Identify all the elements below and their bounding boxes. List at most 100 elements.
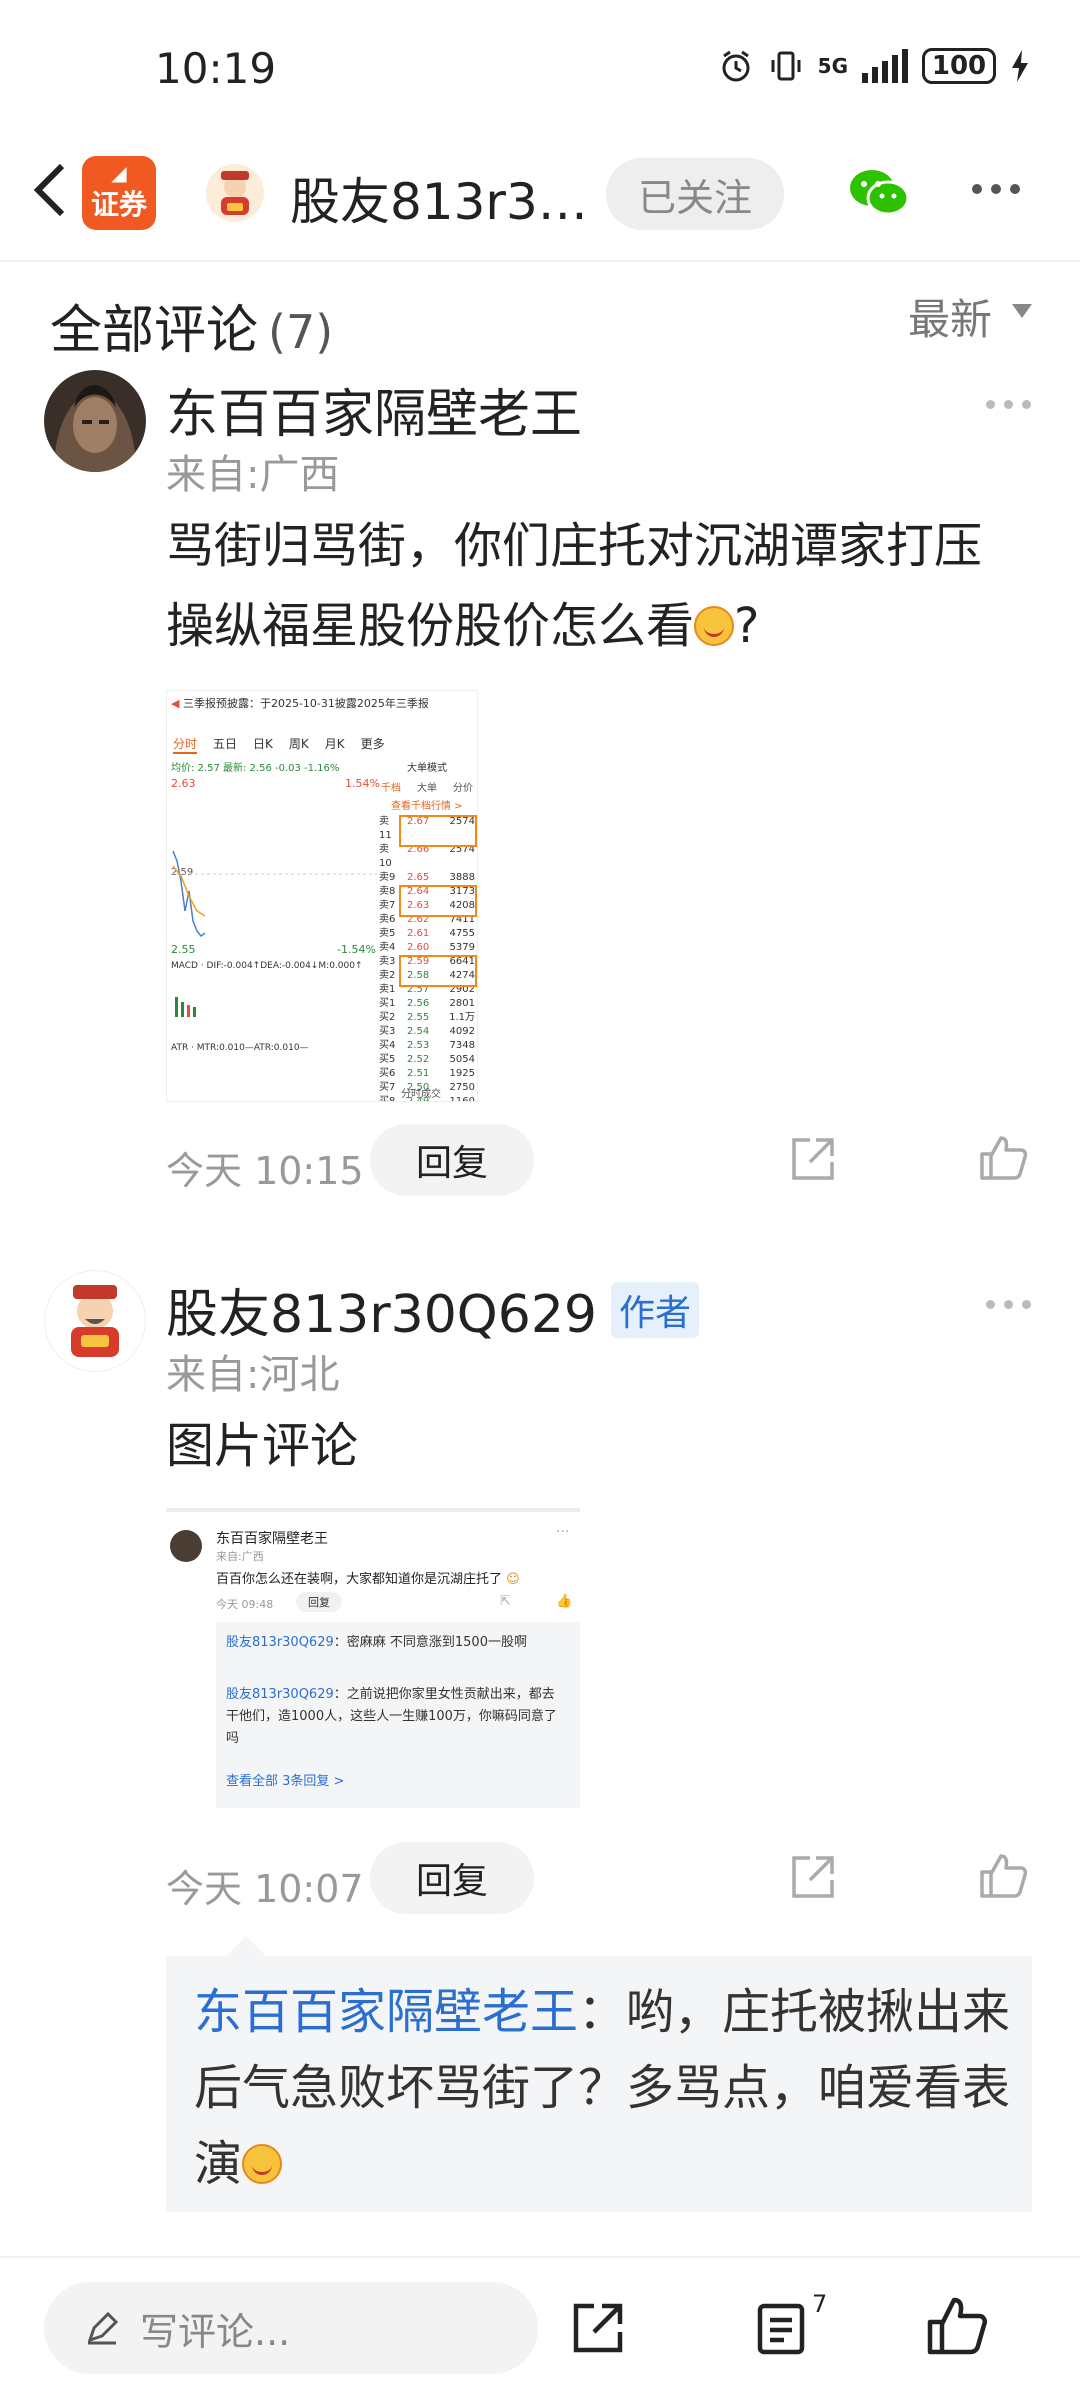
order-tab-dadan[interactable]: 大单	[417, 779, 437, 794]
header-divider	[0, 260, 1080, 262]
order-book-label: 卖7	[379, 900, 396, 911]
shot-share-icon: ⇱	[500, 1594, 511, 1609]
blush-emoji-icon	[242, 2144, 283, 2184]
back-icon[interactable]	[30, 160, 70, 220]
shot-reply-1: 股友813r30Q629：密麻麻 不同意涨到1500一股啊	[226, 1632, 566, 1654]
comment-input[interactable]: 写评论...	[44, 2282, 538, 2374]
intraday-line-chart	[171, 850, 377, 938]
order-book-volume: 2574	[449, 844, 475, 855]
macd-chart	[175, 997, 196, 1017]
header-avatar[interactable]	[206, 164, 264, 222]
order-book-label: 卖2	[379, 970, 396, 981]
order-book-label: 买1	[379, 998, 396, 1009]
order-book-price: 2.51	[407, 1068, 430, 1079]
shot-reply-2: 股友813r30Q629：之前说把你家里女性贡献出来，都去干他们，造1000人，…	[226, 1684, 566, 1750]
wechat-icon[interactable]	[846, 166, 910, 220]
comment-placeholder: 写评论...	[140, 2309, 291, 2354]
comment-more-icon[interactable]	[986, 1300, 1031, 1309]
comment-time: 今天 10:15	[166, 1149, 364, 1193]
order-tab-qiandang[interactable]: 千档	[381, 779, 401, 794]
comment-avatar[interactable]	[44, 370, 146, 472]
order-book-volume: 5379	[449, 942, 475, 953]
battery-icon: 100	[922, 48, 996, 84]
tab-yuek[interactable]: 月K	[325, 735, 345, 754]
comment-more-icon[interactable]	[986, 400, 1031, 409]
comment-image-screenshot[interactable]: 东百百家隔壁老王 来自:广西 ··· 百百你怎么还在装啊，大家都知道你是沉湖庄托…	[166, 1508, 580, 1808]
reply-button[interactable]: 回复	[370, 1124, 534, 1196]
notice-text: 三季报预披露：于2025-10-31披露2025年三季报	[182, 697, 429, 710]
share-icon[interactable]	[790, 1136, 836, 1182]
alarm-icon	[722, 50, 750, 82]
shot-replies: 股友813r30Q629：密麻麻 不同意涨到1500一股啊 股友813r30Q6…	[216, 1622, 580, 1808]
order-book-volume: 2801	[449, 998, 475, 1009]
status-icons: 5G 100	[718, 48, 1030, 84]
share-icon[interactable]	[570, 2300, 626, 2356]
sort-arrow-icon[interactable]	[1012, 304, 1032, 318]
order-book-label: 卖5	[379, 928, 396, 939]
comment-avatar[interactable]	[44, 1270, 146, 1372]
order-book-volume: 3888	[449, 872, 475, 883]
comment-username[interactable]: 东百百家隔壁老王	[166, 372, 582, 447]
order-book-row: 买4 2.53 7348	[379, 1039, 475, 1053]
shot-text: 百百你怎么还在装啊，大家都知道你是沉湖庄托了 ☺	[216, 1572, 520, 1587]
comment-text-suffix: ?	[734, 598, 760, 654]
tab-more[interactable]: 更多	[361, 735, 385, 754]
order-book-label: 买2	[379, 1012, 396, 1023]
tab-zhouk[interactable]: 周K	[289, 735, 309, 754]
comment-header: 股友813r30Q629 作者	[166, 1272, 699, 1347]
order-book-price: 2.54	[407, 1026, 430, 1037]
shot-reply-1-name: 股友813r30Q629	[226, 1635, 334, 1650]
shot-username: 东百百家隔壁老王	[216, 1531, 328, 1547]
reply-username[interactable]: 东百百家隔壁老王	[194, 1984, 578, 2040]
order-tab-fenjia[interactable]: 分价	[453, 779, 473, 794]
comments-icon[interactable]	[754, 2300, 810, 2356]
order-book-row: 买5 2.52 5054	[379, 1053, 475, 1067]
order-book-volume: 2750	[449, 1082, 475, 1093]
order-book-volume: 1160	[449, 1096, 475, 1102]
order-book-volume: 4092	[449, 1026, 475, 1037]
order-book-volume: 1925	[449, 1068, 475, 1079]
sort-dropdown[interactable]: 最新	[908, 286, 992, 347]
bottom-pct: -1.54%	[337, 943, 376, 956]
order-book-label: 买8	[379, 1096, 396, 1102]
comment-text: 图片评论	[166, 1418, 359, 1474]
like-icon[interactable]	[926, 2296, 988, 2356]
shot-avatar	[170, 1530, 202, 1562]
signal-icon	[862, 49, 908, 83]
order-book-row: 买1 2.56 2801	[379, 997, 475, 1011]
follow-button[interactable]: 已关注	[606, 158, 784, 230]
reply-thread[interactable]: 东百百家隔壁老王：哟，庄托被揪出来后气急败坏骂街了？多骂点，咱爱看表演	[166, 1936, 1032, 2212]
blush-emoji-icon	[694, 606, 735, 646]
share-icon[interactable]	[790, 1854, 836, 1900]
order-book-label: 买5	[379, 1054, 396, 1065]
order-book-volume: 5054	[449, 1054, 475, 1065]
comment-username[interactable]: 股友813r30Q629	[166, 1272, 597, 1347]
tab-wuri[interactable]: 五日	[213, 735, 237, 754]
big-order-mode[interactable]: 大单模式	[407, 759, 447, 774]
header-title: 股友813r3…	[290, 173, 588, 231]
order-book-label: 卖9	[379, 872, 396, 883]
order-book-row: 卖4 2.60 5379	[379, 941, 475, 955]
tab-fenshi[interactable]: 分时	[173, 735, 198, 754]
like-icon[interactable]	[978, 1852, 1028, 1900]
reply-button[interactable]: 回复	[370, 1842, 534, 1914]
order-book-label: 买7	[379, 1082, 396, 1093]
comment-image-stock-chart[interactable]: ◀ 三季报预披露：于2025-10-31披露2025年三季报 分时 五日 日K …	[166, 690, 478, 1102]
order-book-row: 买2 2.55 1.1万	[379, 1011, 475, 1025]
comment-text-line2-wrap: 操纵福星股份股价怎么看?	[166, 586, 1046, 666]
comment-count-badge: 7	[812, 2290, 828, 2318]
order-book-volume: 4755	[449, 928, 475, 939]
more-options-icon[interactable]	[972, 184, 1020, 194]
tab-rik[interactable]: 日K	[253, 735, 273, 754]
shot-reply-2-name: 股友813r30Q629	[226, 1687, 334, 1702]
top-pct: 1.54%	[345, 777, 380, 790]
comment-time: 今天 10:07	[166, 1867, 364, 1911]
like-icon[interactable]	[978, 1134, 1028, 1182]
view-qiandang-link[interactable]: 查看千档行情 >	[391, 797, 463, 812]
order-book-row: 卖9 2.65 3888	[379, 871, 475, 885]
speaker-icon: ◀	[171, 697, 180, 710]
shot-view-all: 查看全部 3条回复 >	[226, 1774, 345, 1789]
app-logo[interactable]: ◢ 证券	[82, 156, 156, 230]
shot-reply-button: 回复	[296, 1592, 342, 1612]
order-book-price: 2.65	[407, 872, 430, 883]
